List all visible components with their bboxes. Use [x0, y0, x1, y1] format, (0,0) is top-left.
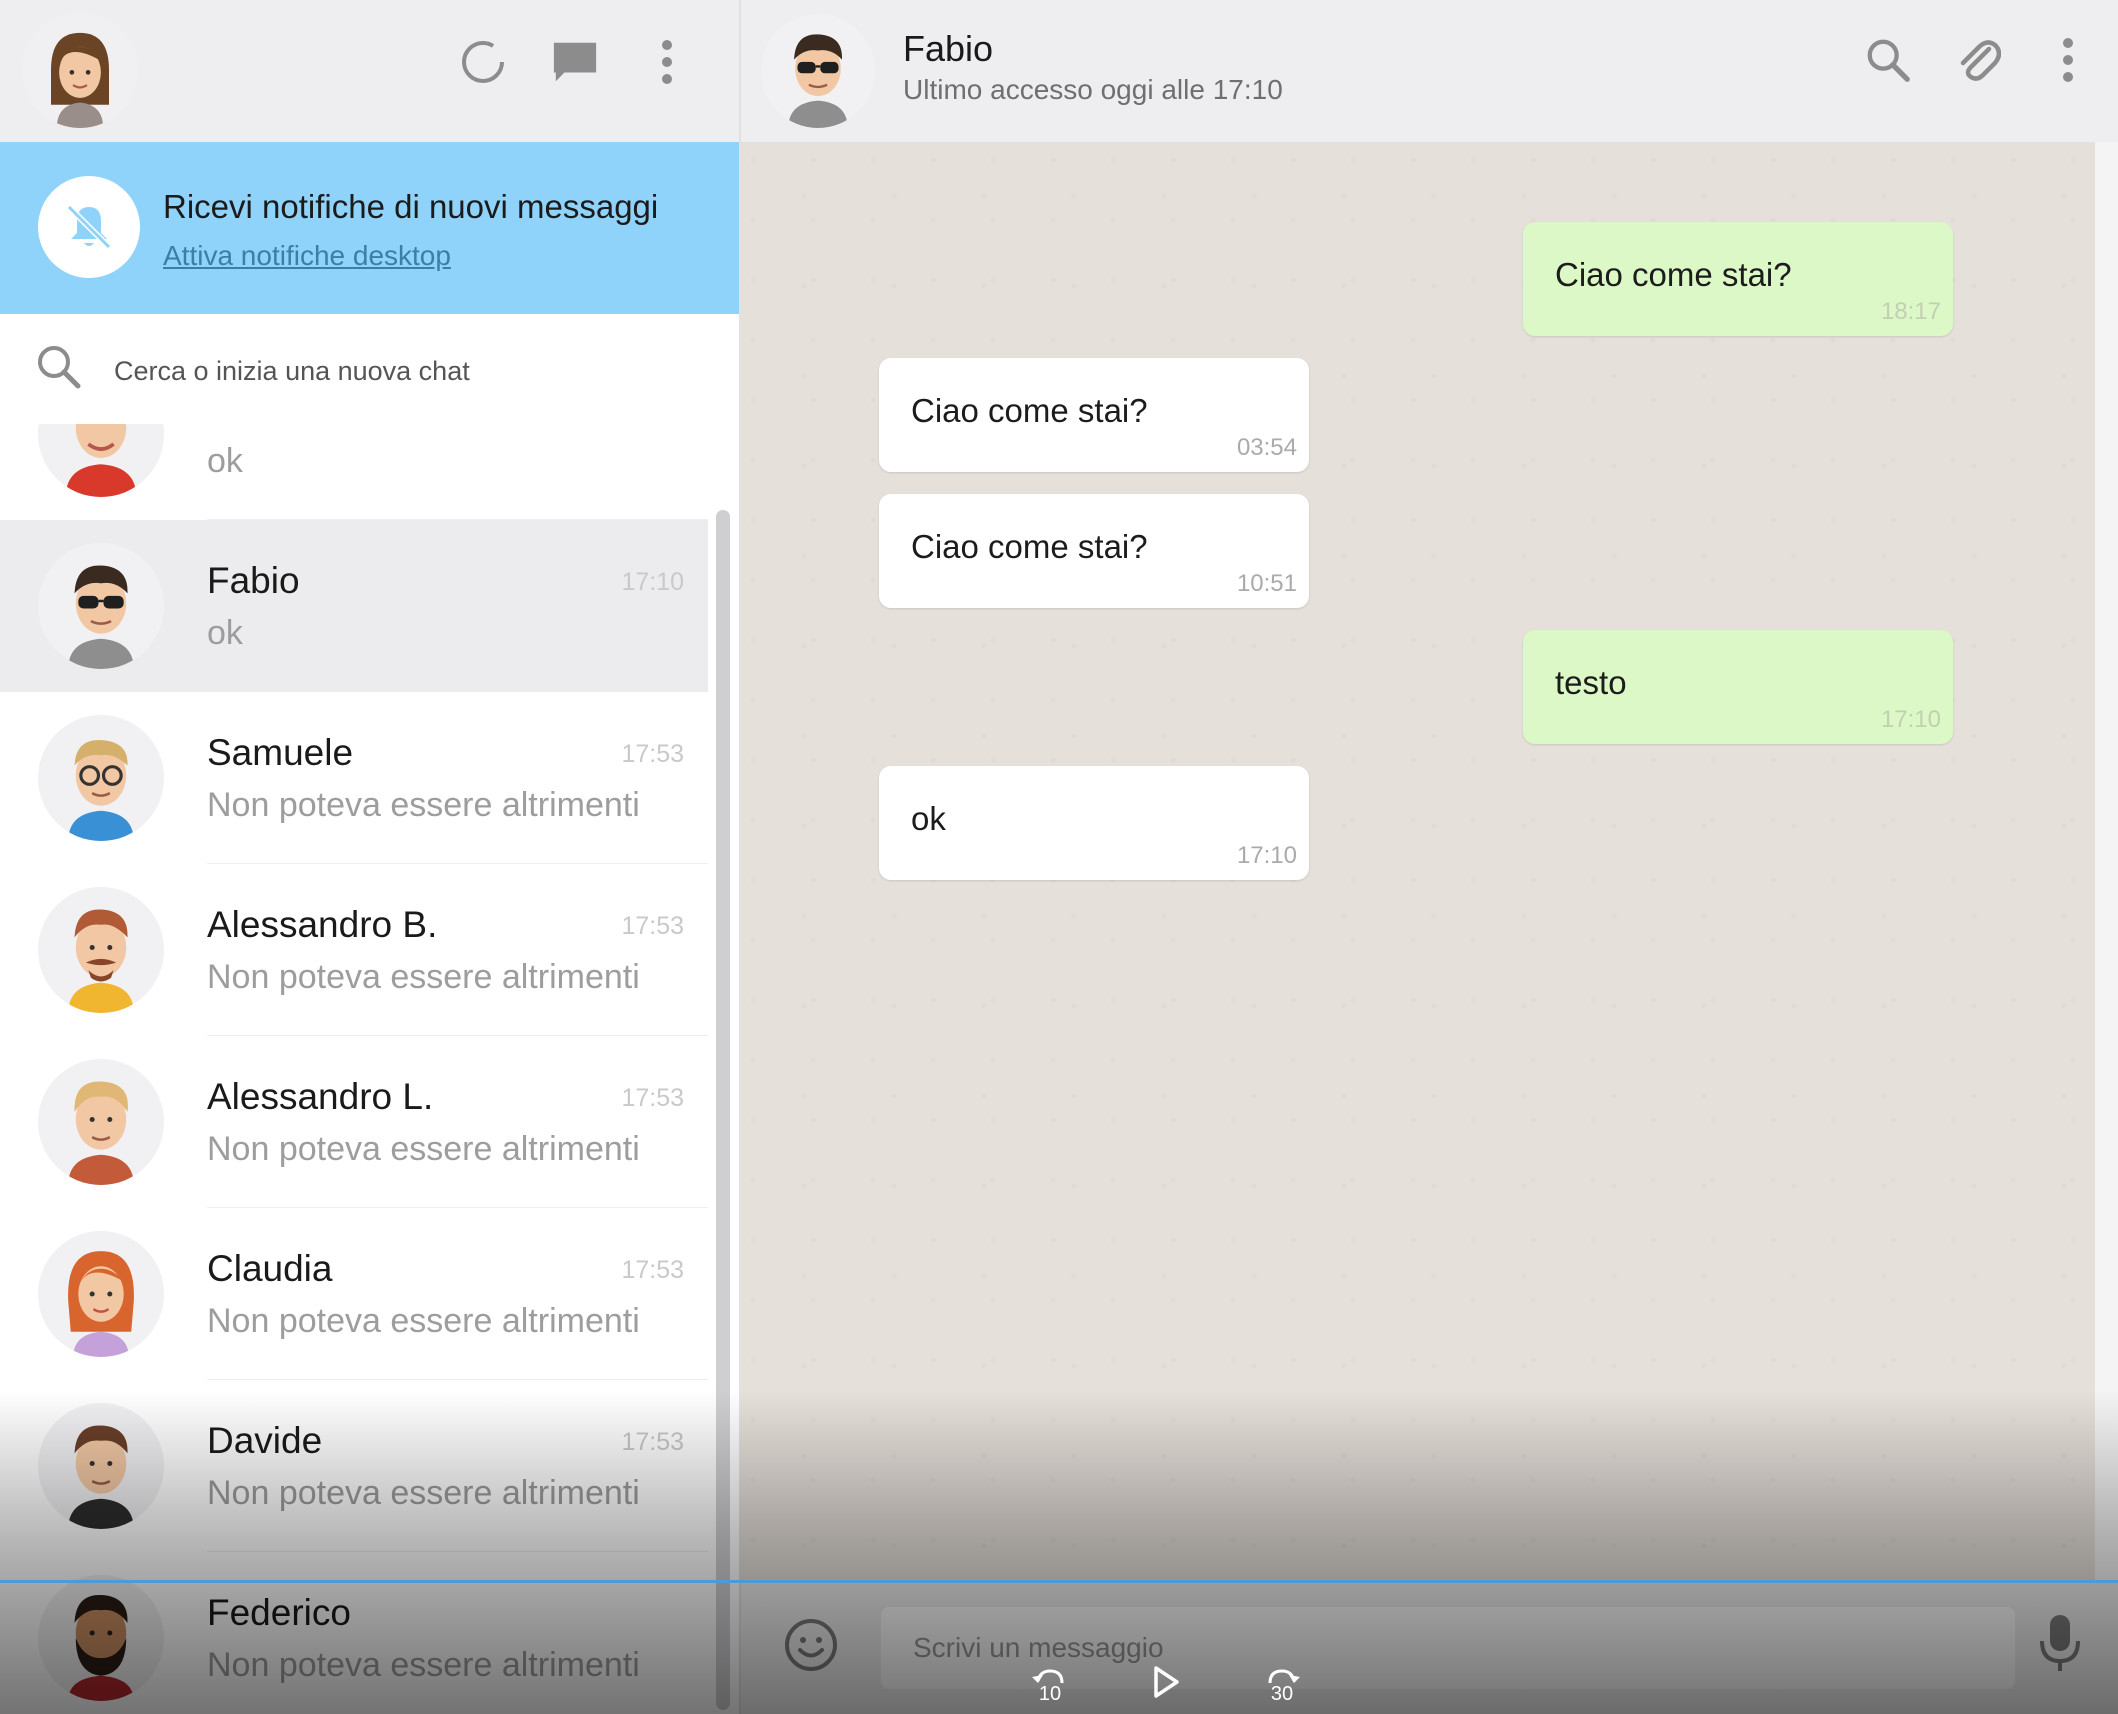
search-icon[interactable] [1864, 36, 1912, 84]
chat-name: Alessandro L. [207, 1076, 434, 1117]
chat-name: Alessandro B. [207, 904, 438, 945]
message-text: ok [911, 800, 946, 837]
message-time: 17:10 [1880, 706, 1941, 733]
redhead-avatar [38, 1231, 164, 1357]
status-icon[interactable] [459, 38, 507, 86]
chat-time: 17:53 [621, 1084, 684, 1112]
message-incoming[interactable]: ok 17:10 [879, 766, 1309, 880]
chat-last-message: Non poteva essere altrimenti [207, 958, 640, 996]
message-time: 03:54 [1236, 434, 1297, 461]
menu-icon[interactable] [643, 38, 691, 86]
chat-list: ok Fabio 17:10 ok Samuele 17:53 Non pote… [0, 424, 708, 1714]
chat-last-message: Non poteva essere altrimenti [207, 1474, 640, 1512]
left-header [0, 0, 739, 142]
chat-item-alessandro-b[interactable]: Alessandro B. 17:53 Non poteva essere al… [0, 864, 708, 1036]
chat-item-davide[interactable]: Davide 17:53 Non poteva essere altriment… [0, 1380, 708, 1552]
attach-icon[interactable] [1954, 36, 2002, 84]
chat-list-pane: Ricevi notifiche di nuovi messaggi Attiv… [0, 0, 741, 1714]
message-text: Ciao come stai? [911, 528, 1148, 565]
contact-avatar[interactable] [761, 14, 875, 128]
user-avatar[interactable] [22, 12, 138, 128]
chat-time: 17:53 [621, 1428, 684, 1456]
brown-hair-avatar [38, 1403, 164, 1529]
video-controls: 10 30 [1018, 1656, 1314, 1708]
message-time: 10:51 [1236, 570, 1297, 597]
beard-avatar [38, 1575, 164, 1701]
message-scrollbar[interactable] [2095, 142, 2118, 1582]
contact-status: Ultimo accesso oggi alle 17:10 [903, 74, 1283, 105]
microphone-icon[interactable] [2038, 1611, 2082, 1680]
enable-notifications-link[interactable]: Attiva notifiche desktop [163, 240, 451, 272]
message-text: Ciao come stai? [911, 392, 1148, 429]
mustache-avatar [38, 887, 164, 1013]
forward-label: 30 [1270, 1683, 1294, 1705]
chat-name: Claudia [207, 1248, 333, 1289]
chat-last-message: Non poteva essere altrimenti [207, 1302, 640, 1340]
notification-title: Ricevi notifiche di nuovi messaggi [163, 188, 659, 225]
rewind-button[interactable]: 10 [1018, 1656, 1082, 1708]
search-bar [0, 314, 739, 424]
message-incoming[interactable]: Ciao come stai? 10:51 [879, 494, 1309, 608]
chat-item-claudia[interactable]: Claudia 17:53 Non poteva essere altrimen… [0, 1208, 708, 1380]
chat-time: 17:53 [621, 912, 684, 940]
chat-item-fabio[interactable]: Fabio 17:10 ok [0, 520, 708, 692]
message-area: Ciao come stai? 18:17 Ciao come stai? 03… [741, 142, 2095, 1582]
play-button[interactable] [1134, 1656, 1198, 1708]
notification-banner: Ricevi notifiche di nuovi messaggi Attiv… [0, 142, 739, 314]
message-outgoing[interactable]: testo 17:10 [1523, 630, 1953, 744]
menu-icon[interactable] [2044, 36, 2092, 84]
chat-name: Federico [207, 1592, 351, 1633]
chat-item-federico[interactable]: Federico Non poteva essere altrimenti [0, 1552, 708, 1714]
message-incoming[interactable]: Ciao come stai? 03:54 [879, 358, 1309, 472]
chat-item[interactable]: ok [0, 424, 708, 520]
chat-item-alessandro-l[interactable]: Alessandro L. 17:53 Non poteva essere al… [0, 1036, 708, 1208]
search-icon [34, 342, 84, 397]
video-progress-bar[interactable] [0, 1580, 2118, 1583]
chat-last-message: Non poteva essere altrimenti [207, 1646, 640, 1684]
chat-last-message: ok [207, 614, 243, 652]
chat-name: Fabio [207, 560, 300, 601]
chat-time: 17:53 [621, 1256, 684, 1284]
search-input[interactable] [112, 342, 696, 400]
glasses-avatar [38, 715, 164, 841]
chat-last-message: Non poteva essere altrimenti [207, 1130, 640, 1168]
sunglasses-avatar [38, 543, 164, 669]
forward-button[interactable]: 30 [1250, 1656, 1314, 1708]
conversation-pane: Fabio Ultimo accesso oggi alle 17:10 Cia… [741, 0, 2118, 1714]
message-text: testo [1555, 664, 1627, 701]
chat-list-scrollbar[interactable] [716, 510, 730, 1710]
message-time: 17:10 [1236, 842, 1297, 869]
chat-name: Davide [207, 1420, 323, 1461]
chat-item-samuele[interactable]: Samuele 17:53 Non poteva essere altrimen… [0, 692, 708, 864]
chat-time: 17:10 [621, 568, 684, 596]
blond-avatar [38, 1059, 164, 1185]
red-shirt-avatar [38, 424, 164, 497]
conversation-header: Fabio Ultimo accesso oggi alle 17:10 [741, 0, 2118, 142]
chat-name: Samuele [207, 732, 354, 773]
emoji-icon[interactable] [783, 1617, 839, 1678]
chat-last-message: Non poteva essere altrimenti [207, 786, 640, 824]
message-time: 18:17 [1880, 298, 1941, 325]
chat-time: 17:53 [621, 740, 684, 768]
contact-name[interactable]: Fabio [903, 28, 993, 70]
message-outgoing[interactable]: Ciao come stai? 18:17 [1523, 222, 1953, 336]
rewind-label: 10 [1038, 1683, 1062, 1705]
message-text: Ciao come stai? [1555, 256, 1792, 293]
message-composer [741, 1583, 2118, 1714]
chat-last-message: ok [207, 442, 243, 480]
bell-off-icon [38, 176, 140, 278]
new-chat-icon[interactable] [551, 38, 599, 86]
